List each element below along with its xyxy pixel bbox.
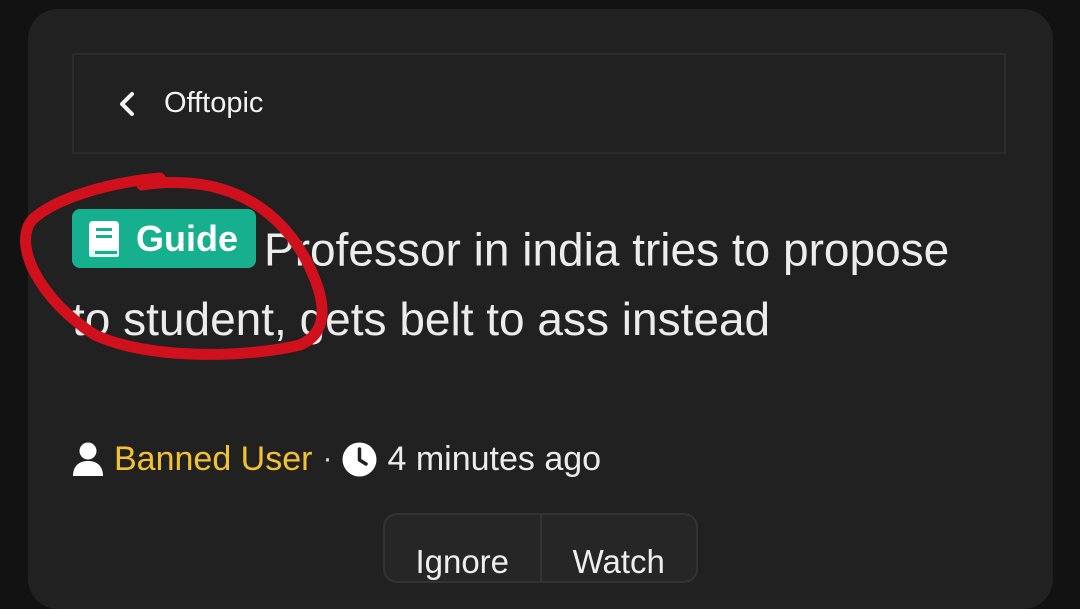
watch-button[interactable]: Watch <box>539 515 697 581</box>
prefix-label: Guide <box>136 218 239 259</box>
breadcrumb-label: Offtopic <box>164 87 264 119</box>
chevron-left-icon <box>116 90 138 118</box>
meta-separator: · <box>322 442 333 475</box>
book-icon <box>86 219 122 259</box>
thread-actions: Ignore Watch <box>383 513 698 583</box>
post-time: 4 minutes ago <box>387 439 602 478</box>
ignore-button[interactable]: Ignore <box>385 515 540 581</box>
thread-meta: Banned User · 4 minutes ago <box>72 434 601 484</box>
thread-title: Guide Professor in india tries to propos… <box>72 209 952 354</box>
clock-icon <box>342 442 377 477</box>
user-icon <box>72 441 104 477</box>
author-username[interactable]: Banned User <box>114 440 312 479</box>
breadcrumb[interactable]: Offtopic <box>72 53 1006 154</box>
guide-prefix-badge[interactable]: Guide <box>72 209 257 268</box>
